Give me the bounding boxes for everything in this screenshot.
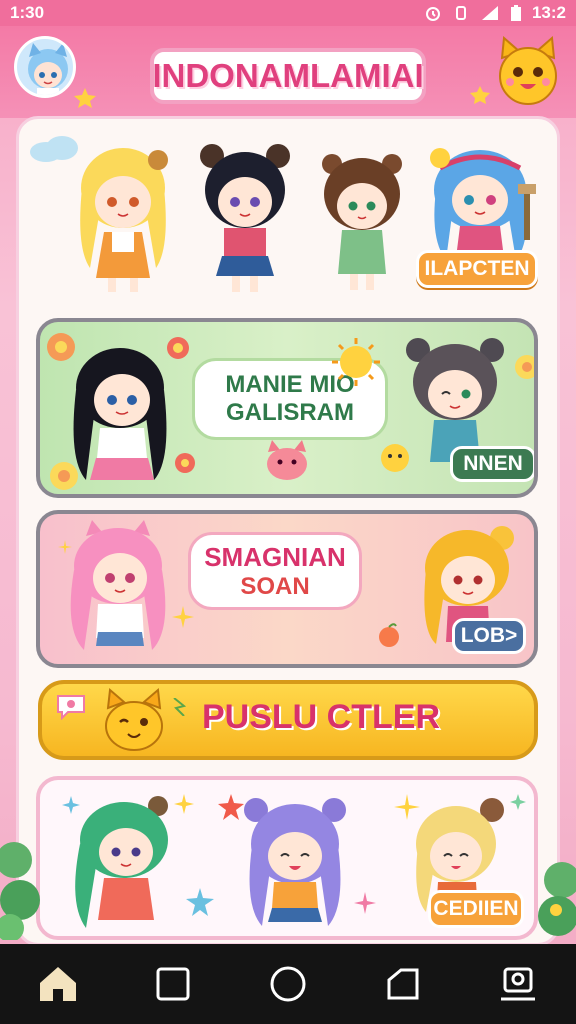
green-card-tag-button[interactable]: NNEN — [450, 446, 534, 482]
star-icon — [354, 892, 376, 914]
pink-card[interactable]: SMAGNIAN SOAN LOB> — [36, 510, 538, 668]
pink-card-line2: SOAN — [240, 572, 310, 600]
bottom-card[interactable]: CEDIIEN — [36, 776, 538, 940]
home-icon[interactable] — [28, 954, 88, 1014]
sparkle-icon — [172, 606, 194, 628]
pink-cat-icon — [267, 440, 307, 480]
bush-deco-icon — [538, 862, 576, 936]
status-time: 1:30 — [10, 3, 45, 22]
profile-icon[interactable] — [488, 954, 548, 1014]
vibrate-icon — [452, 4, 470, 22]
pink-card-speech-bubble: SMAGNIAN SOAN — [188, 532, 362, 610]
girl-avatar-icon[interactable] — [14, 36, 76, 98]
back-icon[interactable] — [373, 954, 433, 1014]
signal-icon — [480, 4, 500, 22]
recents-square-icon[interactable] — [143, 954, 203, 1014]
status-clock-right: 13:2 — [531, 3, 566, 22]
bottom-card-tag-label: CEDIIEN — [433, 897, 519, 920]
yellow-cat-face-icon — [105, 688, 163, 751]
pink-hair-girl-character[interactable] — [58, 520, 178, 668]
black-hair-girl-character[interactable] — [190, 140, 300, 298]
alarm-icon — [424, 4, 442, 22]
bottom-card-tag-button[interactable]: CEDIIEN — [428, 890, 524, 928]
yellow-cat-icon[interactable] — [490, 35, 566, 108]
top-character-row: ILAPCTEN — [20, 120, 556, 300]
app-title-plate: INDONAMLAMIAI — [150, 48, 426, 104]
primary-action-label: PUSLU CTLER — [202, 698, 440, 736]
star-deco-icon — [470, 86, 490, 104]
bottom-navbar — [0, 944, 576, 1024]
purple-hair-girl-character[interactable] — [236, 796, 354, 940]
flower-icon — [515, 355, 534, 379]
brown-hair-girl-character[interactable] — [312, 146, 412, 296]
battery-icon — [510, 4, 522, 22]
pink-card-line1: SMAGNIAN — [204, 541, 346, 572]
sparkle-icon — [173, 698, 186, 716]
status-bar: 1:30 13:2 — [0, 0, 576, 26]
home-circle-icon[interactable] — [258, 954, 318, 1014]
pink-card-tag-label: LOB> — [460, 624, 518, 647]
peach-icon — [379, 623, 399, 647]
green-card-line2: GALISRAM — [226, 399, 354, 426]
pink-card-tag-button[interactable]: LOB> — [452, 618, 526, 654]
green-card[interactable]: MANIE MIO GALISRAM NNEN — [36, 318, 538, 498]
blonde-girl-character[interactable] — [68, 138, 178, 298]
header: INDONAMLAMIAI — [0, 26, 576, 118]
top-row-tag-button[interactable]: ILAPCTEN — [416, 250, 538, 288]
star-deco-icon — [74, 88, 96, 108]
green-card-tag-label: NNEN — [463, 452, 523, 475]
page-title: INDONAMLAMIAI — [152, 57, 424, 94]
long-black-hair-girl-character[interactable] — [60, 340, 180, 498]
bush-deco-icon — [0, 842, 40, 940]
top-row-tag-label: ILAPCTEN — [424, 257, 530, 280]
primary-action-button[interactable]: PUSLU CTLER — [38, 680, 538, 760]
star-icon — [186, 888, 214, 916]
chat-bubble-icon — [57, 695, 85, 720]
green-hair-girl-character[interactable] — [64, 794, 184, 940]
sun-icon — [332, 338, 380, 386]
